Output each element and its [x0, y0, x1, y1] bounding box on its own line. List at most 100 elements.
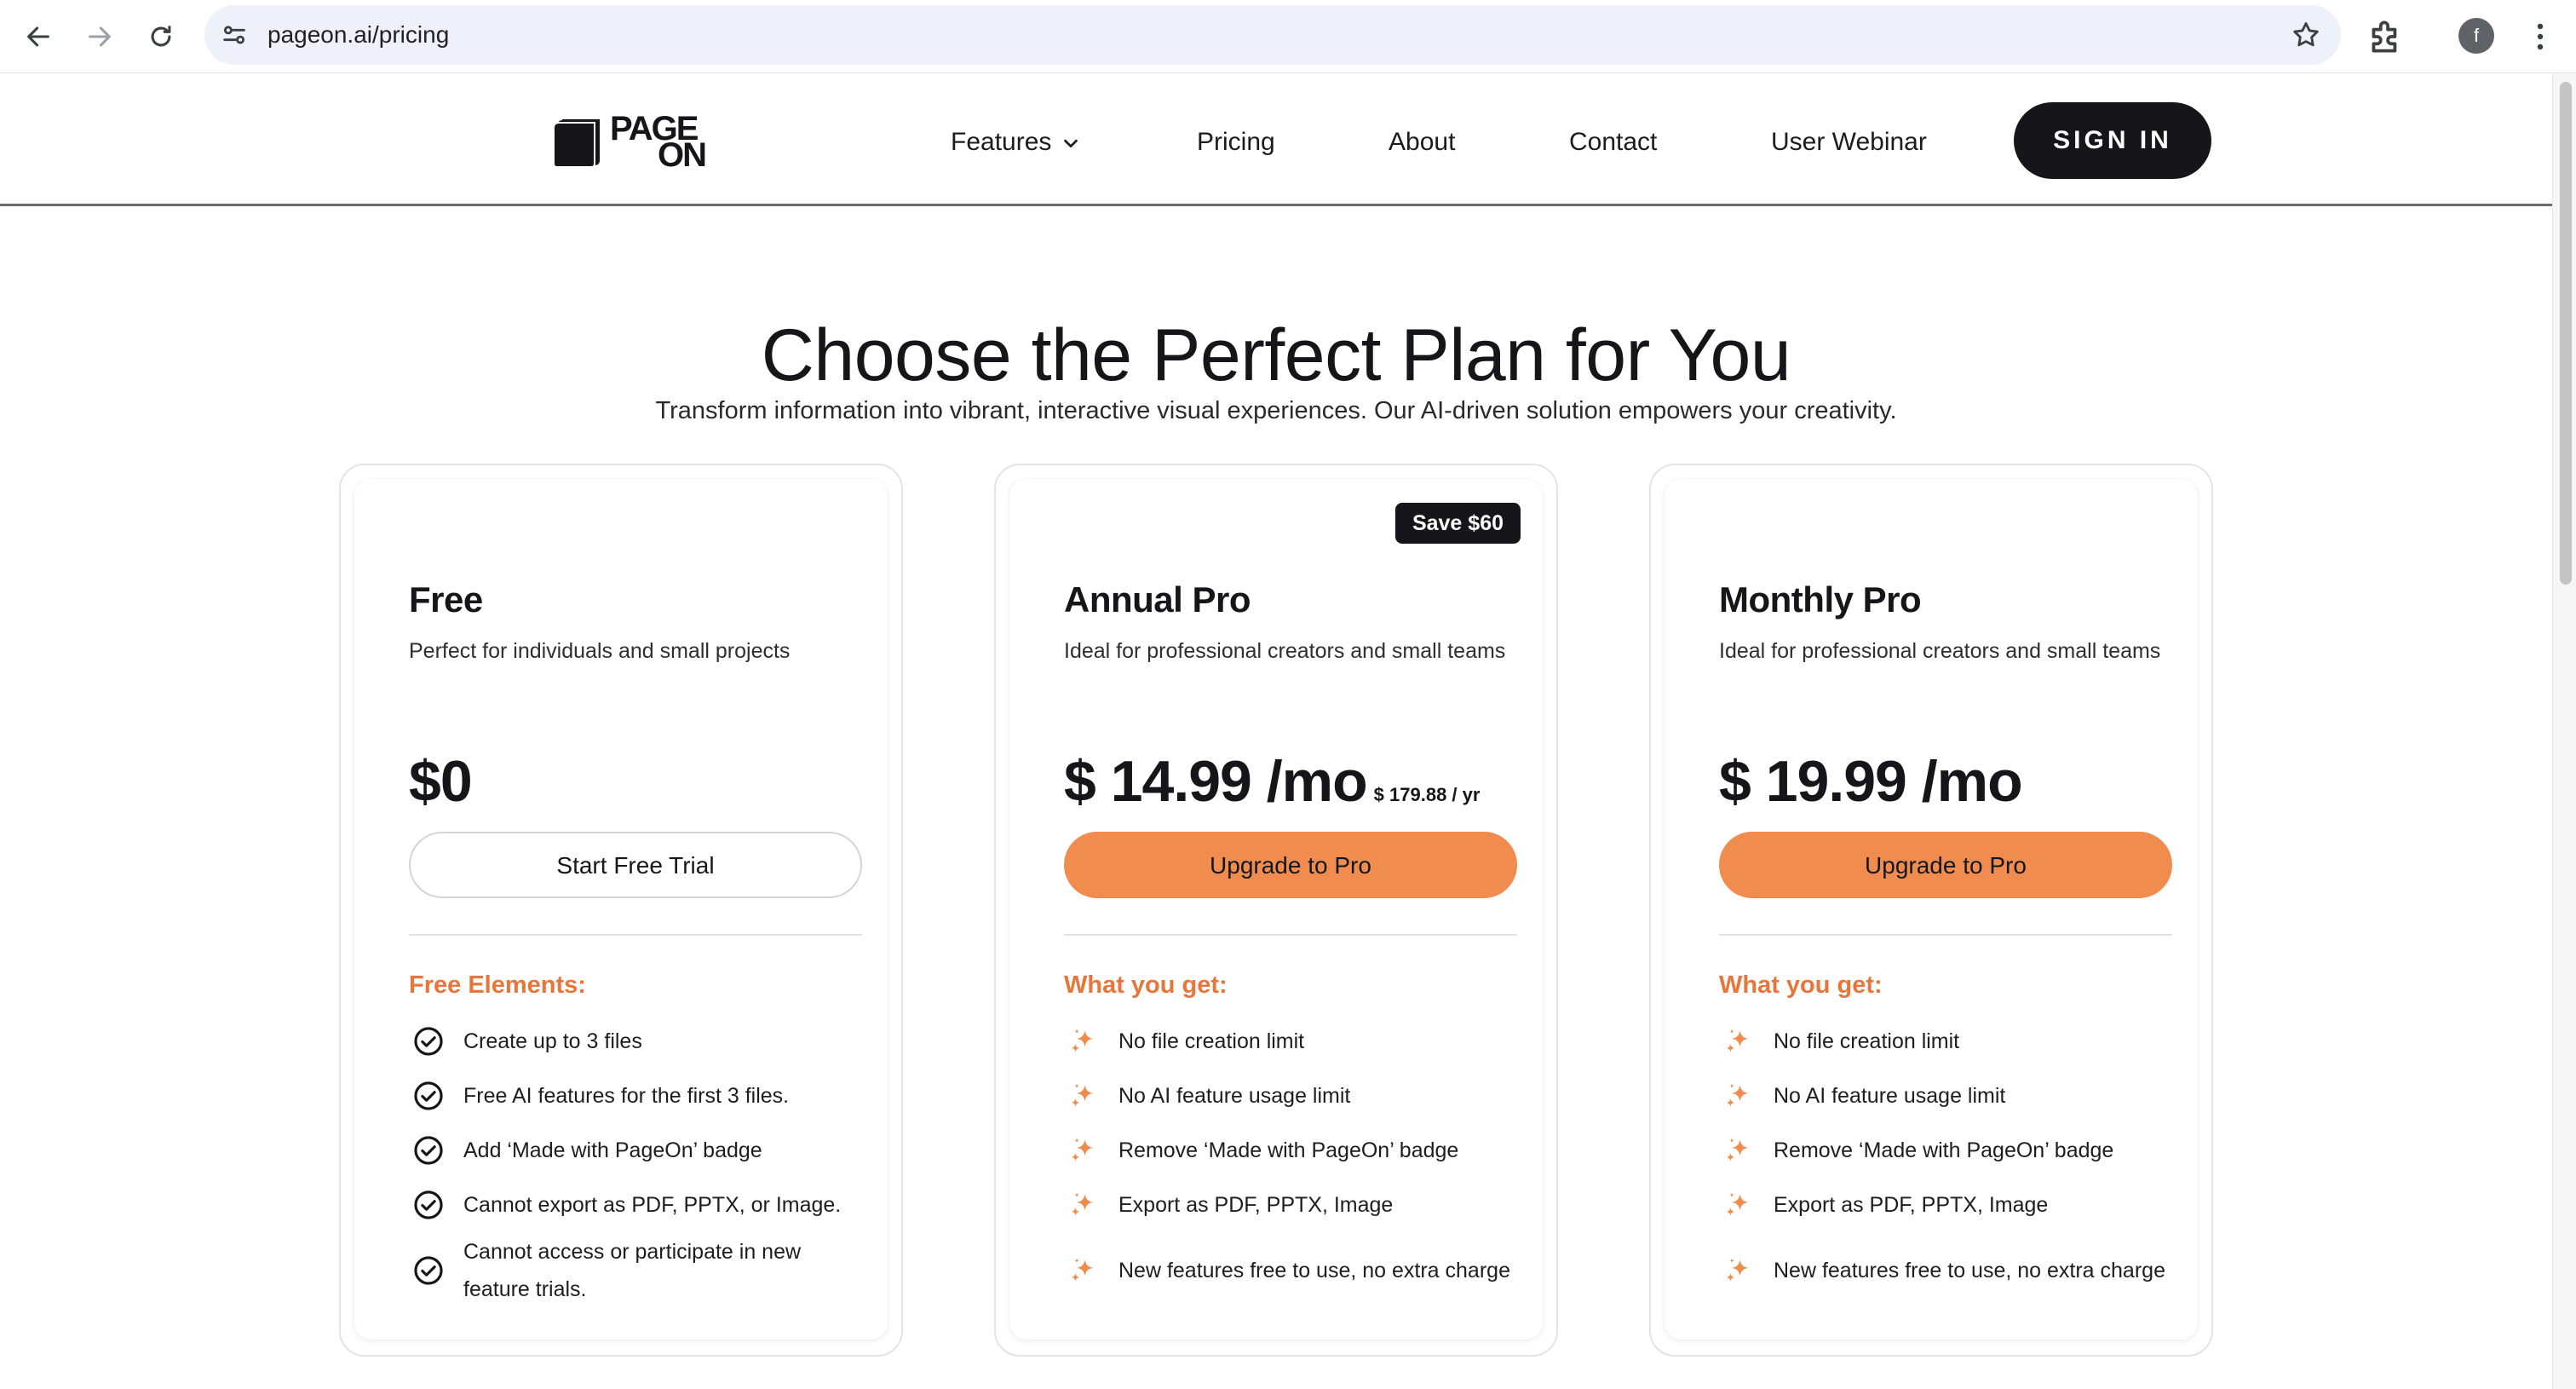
feature-text: Add ‘Made with PageOn’ badge [463, 1138, 762, 1162]
plan-description: Ideal for professional creators and smal… [1064, 639, 1506, 663]
feature-item: New features free to use, no extra charg… [1064, 1232, 1524, 1309]
plan-name: Monthly Pro [1719, 579, 1922, 620]
feature-text: Cannot export as PDF, PPTX, or Image. [463, 1193, 842, 1217]
bookmark-star-icon[interactable] [2290, 19, 2322, 51]
features-heading: What you get: [1719, 971, 1883, 999]
plan-card-monthly-pro-body: Monthly Pro Ideal for professional creat… [1665, 479, 2198, 1340]
feature-item: Free AI features for the first 3 files. [409, 1069, 869, 1123]
features-heading: Free Elements: [409, 971, 586, 999]
features-heading: What you get: [1064, 971, 1228, 999]
pageon-logo-icon [553, 118, 600, 168]
start-free-trial-button[interactable]: Start Free Trial [409, 832, 862, 898]
feature-text: Create up to 3 files [463, 1029, 642, 1053]
nav-user-webinar[interactable]: User Webinar [1771, 121, 1927, 164]
sparkle-icon [1726, 1258, 1749, 1282]
site-header: PAGE ON Features Pricing About Contact U… [0, 73, 2552, 206]
arrow-left-icon [27, 26, 49, 47]
feature-text: New features free to use, no extra charg… [1774, 1259, 2165, 1282]
sparkle-icon [1071, 1258, 1094, 1282]
plan-yearly-price: $ 179.88 / yr [1373, 784, 1481, 805]
page-scrollbar[interactable] [2552, 73, 2576, 1389]
divider [1719, 934, 2172, 936]
sparkle-icon [1726, 1138, 1749, 1161]
feature-item: Export as PDF, PPTX, Image [1719, 1178, 2179, 1232]
page-title: Choose the Perfect Plan for You [761, 314, 1791, 396]
scrollbar-thumb[interactable] [2560, 82, 2572, 585]
feature-item: Remove ‘Made with PageOn’ badge [1064, 1123, 1524, 1178]
url-text[interactable]: pageon.ai/pricing [267, 5, 449, 65]
plan-card-monthly-pro: Monthly Pro Ideal for professional creat… [1649, 464, 2213, 1357]
forward-button[interactable] [78, 15, 121, 58]
upgrade-to-pro-button[interactable]: Upgrade to Pro [1064, 832, 1517, 898]
nav-about[interactable]: About [1389, 121, 1455, 164]
feature-item: No file creation limit [1719, 1014, 2179, 1069]
profile-avatar[interactable]: f [2458, 18, 2494, 54]
address-bar[interactable]: pageon.ai/pricing [204, 5, 2341, 65]
sparkle-icon [1071, 1192, 1094, 1216]
feature-text: Export as PDF, PPTX, Image [1118, 1193, 1394, 1217]
feature-text: No file creation limit [1774, 1029, 1960, 1053]
feature-text: No file creation limit [1118, 1029, 1305, 1053]
sparkle-icon [1071, 1083, 1094, 1107]
feature-item: Export as PDF, PPTX, Image [1064, 1178, 1524, 1232]
plan-card-annual-pro-body: Save $60 Annual Pro Ideal for profession… [1009, 479, 1543, 1340]
savings-badge: Save $60 [1394, 503, 1521, 544]
plan-price: $ 19.99 /mo [1719, 748, 2023, 815]
plan-name: Annual Pro [1064, 579, 1251, 620]
reload-icon [151, 26, 171, 47]
feature-list: No file creation limit No AI feature usa… [1064, 1014, 1524, 1309]
feature-text: Remove ‘Made with PageOn’ badge [1118, 1138, 1459, 1162]
plan-card-free: Free Perfect for individuals and small p… [339, 464, 903, 1357]
browser-toolbar: pageon.ai/pricing f [0, 0, 2576, 73]
feature-item: No AI feature usage limit [1064, 1069, 1524, 1123]
sparkle-icon [1071, 1138, 1094, 1161]
check-circle-icon [414, 1136, 443, 1165]
plan-description: Ideal for professional creators and smal… [1719, 639, 2161, 663]
feature-item: Remove ‘Made with PageOn’ badge [1719, 1123, 2179, 1178]
nav-contact[interactable]: Contact [1569, 121, 1657, 164]
feature-list: Create up to 3 files Free AI features fo… [409, 1014, 869, 1309]
sign-in-button[interactable]: SIGN IN [2014, 102, 2211, 179]
browser-menu-button[interactable] [2521, 17, 2559, 56]
divider [409, 934, 862, 936]
extensions-icon[interactable] [2365, 15, 2407, 58]
check-circle-icon [414, 1190, 443, 1219]
arrow-right-icon [89, 26, 111, 47]
feature-text: Free AI features for the first 3 files. [463, 1084, 790, 1108]
logo-wordmark: PAGE ON [610, 112, 707, 172]
feature-item: No file creation limit [1064, 1014, 1524, 1069]
feature-item: Cannot access or participate in new feat… [409, 1232, 869, 1309]
feature-item: No AI feature usage limit [1719, 1069, 2179, 1123]
feature-text: No AI feature usage limit [1118, 1084, 1351, 1108]
plan-price-value: $ 19.99 /mo [1719, 749, 2023, 814]
more-vertical-icon [2537, 23, 2544, 50]
plan-card-free-body: Free Perfect for individuals and small p… [354, 479, 888, 1340]
plan-description: Perfect for individuals and small projec… [409, 639, 791, 663]
feature-list: No file creation limit No AI feature usa… [1719, 1014, 2179, 1309]
plan-card-annual-pro: Save $60 Annual Pro Ideal for profession… [994, 464, 1558, 1357]
feature-text: Remove ‘Made with PageOn’ badge [1774, 1138, 2114, 1162]
check-circle-icon [414, 1027, 443, 1056]
reload-button[interactable] [140, 15, 182, 58]
page-subtitle: Transform information into vibrant, inte… [655, 397, 1897, 424]
back-button[interactable] [17, 15, 60, 58]
feature-text: New features free to use, no extra charg… [1118, 1259, 1510, 1282]
sparkle-icon [1726, 1192, 1749, 1216]
site-settings-icon[interactable] [220, 20, 249, 49]
pageon-logo[interactable]: PAGE ON [552, 112, 707, 172]
divider [1064, 934, 1517, 936]
feature-item: Add ‘Made with PageOn’ badge [409, 1123, 869, 1178]
feature-item: Create up to 3 files [409, 1014, 869, 1069]
plan-price-value: $ 14.99 /mo [1064, 749, 1368, 814]
nav-pricing[interactable]: Pricing [1197, 121, 1275, 164]
feature-text: Export as PDF, PPTX, Image [1774, 1193, 2049, 1217]
check-circle-icon [414, 1256, 443, 1285]
feature-item: New features free to use, no extra charg… [1719, 1232, 2179, 1309]
nav-features[interactable]: Features [951, 121, 1080, 164]
sparkle-icon [1726, 1029, 1749, 1052]
feature-text: No AI feature usage limit [1774, 1084, 2006, 1108]
upgrade-to-pro-button[interactable]: Upgrade to Pro [1719, 832, 2172, 898]
sparkle-icon [1071, 1029, 1094, 1052]
plan-name: Free [409, 579, 483, 620]
sparkle-icon [1726, 1083, 1749, 1107]
